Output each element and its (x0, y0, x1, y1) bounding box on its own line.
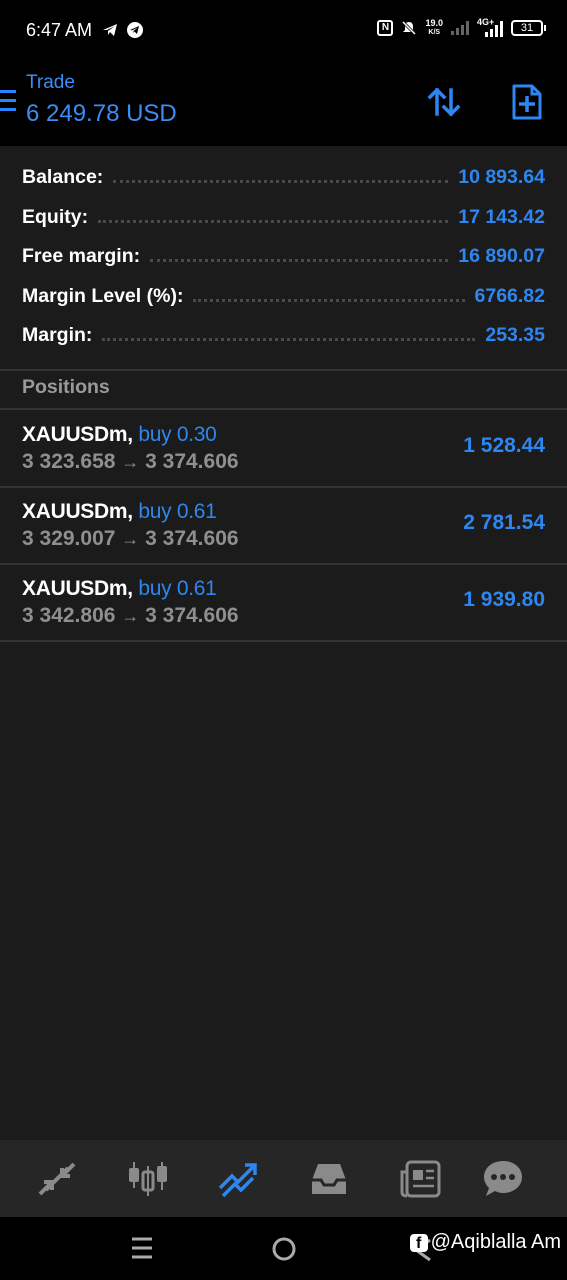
telegram-icon (103, 24, 117, 36)
position-symbol-line: XAUUSDm, buy 0.61 (22, 577, 217, 601)
current-price: 3 374.606 (145, 527, 239, 550)
free-margin-label: Free margin: (22, 245, 141, 268)
position-side: buy 0.30 (138, 423, 217, 446)
menu-icon[interactable] (0, 90, 16, 112)
position-prices: 3 323.658 → 3 374.606 (22, 450, 239, 474)
open-price: 3 323.658 (22, 450, 116, 473)
history-icon[interactable] (308, 1158, 350, 1200)
facebook-icon: f (409, 1233, 428, 1252)
open-price: 3 342.806 (22, 604, 116, 627)
arrow-right-icon: → (121, 606, 140, 626)
watermark-text: @Aqiblalla Am (430, 1231, 561, 1253)
bottom-nav (0, 1140, 567, 1217)
app-root: 6:47 AM N 19.0 K/S 4G+ 31 Trade 6 249.78… (0, 0, 567, 1280)
margin-level-label: Margin Level (%): (22, 284, 184, 307)
balance-label: Balance: (22, 166, 104, 189)
sort-icon[interactable] (422, 80, 466, 124)
trade-icon[interactable] (217, 1158, 259, 1200)
system-nav: f @Aqiblalla Am (0, 1217, 567, 1280)
margin-level-row: Margin Level (%): 6766.82 (0, 277, 567, 317)
battery-icon: 31 (511, 20, 546, 36)
current-price: 3 374.606 (145, 450, 239, 473)
news-icon[interactable] (399, 1158, 441, 1200)
position-profit: 1 939.80 (463, 588, 545, 611)
position-row[interactable]: XAUUSDm, buy 0.61 3 342.806 → 3 374.606 … (0, 564, 567, 641)
status-right: N 19.0 K/S 4G+ 31 (377, 17, 546, 38)
network-speed: 19.0 K/S (425, 18, 443, 38)
dot-leader (193, 298, 465, 302)
current-price: 3 374.606 (145, 604, 239, 627)
mute-icon (402, 20, 417, 36)
position-symbol: XAUUSDm, (22, 423, 133, 446)
arrow-right-icon: → (121, 529, 140, 549)
position-side: buy 0.61 (138, 500, 217, 523)
open-price: 3 329.007 (22, 527, 116, 550)
recents-icon[interactable] (130, 1235, 154, 1261)
position-row[interactable]: XAUUSDm, buy 0.61 3 329.007 → 3 374.606 … (0, 487, 567, 564)
status-time: 6:47 AM (26, 20, 93, 40)
signal-4g-icon: 4G+ (477, 17, 503, 37)
watermark: f @Aqiblalla Am (409, 1231, 561, 1254)
balance-value: 10 893.64 (458, 166, 545, 189)
position-side: buy 0.61 (138, 577, 217, 600)
quotes-icon[interactable] (36, 1158, 78, 1200)
position-prices: 3 329.007 → 3 374.606 (22, 527, 239, 551)
arrow-right-icon: → (121, 452, 140, 472)
speed-unit: K/S (428, 29, 441, 36)
trade-header: Trade 6 249.78 USD (0, 62, 567, 146)
telegram-circle-icon (127, 22, 143, 38)
equity-label: Equity: (22, 205, 89, 228)
equity-row: Equity: 17 143.42 (0, 198, 567, 238)
speed-value: 19.0 (425, 18, 443, 28)
equity-value: 17 143.42 (458, 205, 545, 228)
nfc-icon: N (377, 20, 394, 36)
balance-row: Balance: 10 893.64 (0, 158, 567, 198)
dot-leader (102, 338, 476, 342)
margin-label: Margin: (22, 324, 93, 347)
new-order-icon[interactable] (505, 80, 549, 124)
position-symbol-line: XAUUSDm, buy 0.61 (22, 500, 217, 524)
divider (0, 640, 567, 642)
home-icon[interactable] (271, 1236, 297, 1262)
position-symbol: XAUUSDm, (22, 577, 133, 600)
position-profit: 2 781.54 (463, 511, 545, 534)
account-summary: Balance: 10 893.64 Equity: 17 143.42 Fre… (0, 158, 567, 356)
header-amount: 6 249.78 USD (26, 100, 177, 127)
position-prices: 3 342.806 → 3 374.606 (22, 604, 239, 628)
margin-level-value: 6766.82 (474, 284, 546, 307)
position-symbol-line: XAUUSDm, buy 0.30 (22, 423, 217, 447)
signal-weak-icon (451, 21, 469, 35)
chat-icon[interactable] (482, 1158, 524, 1200)
position-row[interactable]: XAUUSDm, buy 0.30 3 323.658 → 3 374.606 … (0, 410, 567, 487)
margin-value: 253.35 (485, 324, 545, 347)
free-margin-row: Free margin: 16 890.07 (0, 237, 567, 277)
page-title: Trade (26, 72, 75, 93)
dot-leader (113, 180, 449, 184)
dot-leader (150, 259, 449, 263)
chart-icon[interactable] (127, 1158, 169, 1200)
position-profit: 1 528.44 (463, 434, 545, 457)
position-symbol: XAUUSDm, (22, 500, 133, 523)
positions-header: Positions (22, 376, 110, 398)
status-bar: 6:47 AM N 19.0 K/S 4G+ 31 (0, 0, 567, 62)
margin-row: Margin: 253.35 (0, 316, 567, 356)
free-margin-value: 16 890.07 (458, 245, 545, 268)
dot-leader (98, 219, 449, 223)
divider (0, 369, 567, 371)
